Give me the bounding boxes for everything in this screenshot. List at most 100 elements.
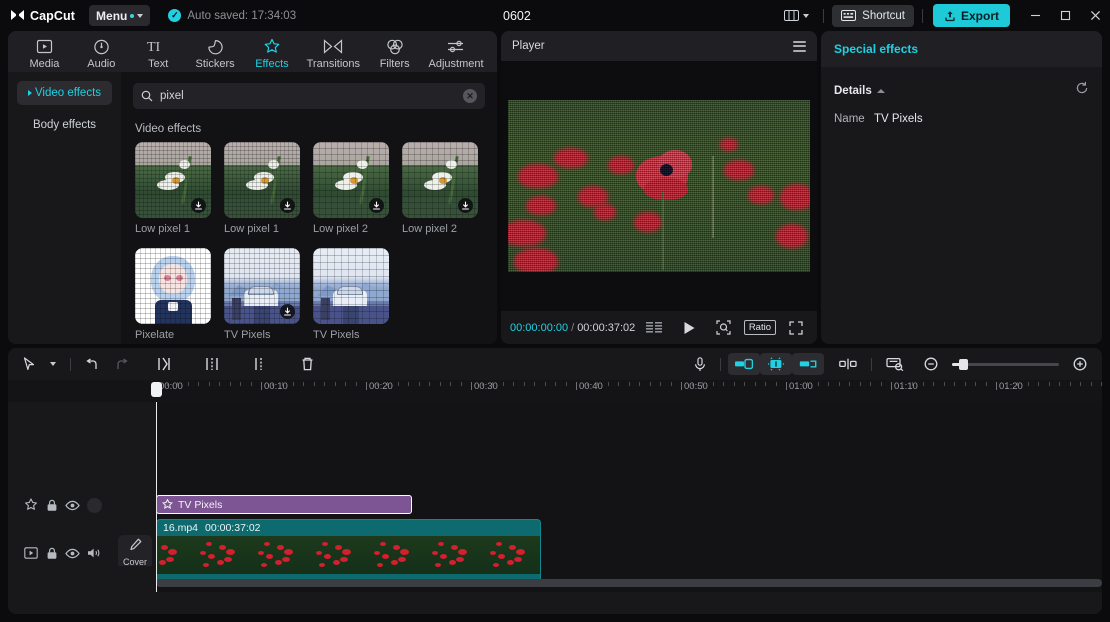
zoom-slider-handle[interactable] [959, 358, 968, 370]
timeline-ruler[interactable]: 00:00 00:10 00:20 00:30 00:40 00:50 01:00 01:10… [8, 380, 1102, 402]
current-time[interactable]: 00:00:00:00 [510, 322, 568, 334]
zoom-slider[interactable] [952, 358, 1059, 370]
effect-label: TV Pixels [224, 329, 271, 341]
details-section-header[interactable]: Details [821, 67, 1102, 100]
lock-icon[interactable] [41, 495, 62, 516]
ruler-tick-minor [219, 382, 220, 386]
effect-thumbnail[interactable] [135, 248, 211, 324]
download-icon[interactable] [280, 304, 295, 319]
download-icon[interactable] [369, 198, 384, 213]
menu-button[interactable]: Menu [89, 5, 151, 26]
clear-icon[interactable]: ✕ [463, 89, 477, 103]
redo-button[interactable] [107, 353, 136, 375]
effect-cell[interactable]: Pixelate [135, 248, 211, 341]
effects-icon[interactable] [20, 495, 41, 516]
undo-button[interactable] [78, 353, 107, 375]
autosave-status: ✓ Auto saved: 17:34:03 [168, 9, 296, 22]
tab-filters[interactable]: Filters [366, 35, 423, 70]
tab-adjustment[interactable]: Adjustment [423, 35, 489, 70]
play-button[interactable] [678, 317, 701, 339]
divider [70, 357, 71, 371]
freeze-tool[interactable] [760, 353, 792, 375]
effect-thumbnail[interactable] [135, 142, 211, 218]
ruler-tick-minor [670, 382, 672, 386]
blank-circle[interactable] [87, 497, 102, 513]
layout-button[interactable] [778, 5, 815, 27]
magnify-icon[interactable] [711, 317, 736, 339]
search-input[interactable]: pixel [160, 90, 456, 102]
sidebar-item-video-effects[interactable]: Video effects [17, 81, 112, 105]
tool-dropdown[interactable] [43, 353, 63, 375]
effects-icon [162, 499, 173, 510]
split-button[interactable] [150, 353, 178, 375]
cover-button[interactable]: Cover [118, 535, 152, 569]
effect-cell[interactable]: Low pixel 2 [402, 142, 478, 235]
reset-icon[interactable] [1075, 81, 1089, 100]
video-icon[interactable] [20, 543, 41, 564]
ratio-button[interactable]: Ratio [743, 320, 776, 335]
filmstrip-frame [389, 536, 418, 574]
ruler-tick-minor [754, 382, 756, 386]
download-icon[interactable] [280, 198, 295, 213]
tab-stickers[interactable]: Stickers [187, 35, 244, 70]
ruler-tick-minor [450, 382, 451, 386]
download-icon[interactable] [191, 198, 206, 213]
eye-icon[interactable] [62, 495, 83, 516]
player-stage[interactable] [501, 61, 817, 311]
preview-tool[interactable] [879, 353, 911, 375]
split-clip-tool[interactable] [832, 353, 864, 375]
tab-effects[interactable]: Effects [244, 35, 301, 70]
zoom-in[interactable] [1066, 353, 1094, 375]
delete-button[interactable] [294, 353, 321, 375]
download-icon[interactable] [458, 198, 473, 213]
minimize-button[interactable] [1020, 0, 1050, 31]
shortcut-button[interactable]: Shortcut [832, 4, 914, 27]
ruler-tick-minor [765, 382, 766, 386]
maximize-button[interactable] [1050, 0, 1080, 31]
export-button[interactable]: Export [932, 4, 1010, 27]
hamburger-icon[interactable] [793, 40, 806, 52]
effect-thumbnail[interactable] [224, 142, 300, 218]
effect-cell[interactable]: Low pixel 1 [135, 142, 211, 235]
close-button[interactable] [1080, 0, 1110, 31]
effect-cell[interactable]: TV Pixels [224, 248, 300, 341]
effect-thumbnail[interactable] [313, 142, 389, 218]
effect-thumbnail[interactable] [402, 142, 478, 218]
playhead[interactable] [151, 382, 162, 592]
eye-icon[interactable] [62, 543, 83, 564]
ruler-tick-minor [597, 382, 598, 386]
record-voiceover[interactable] [687, 353, 713, 375]
tab-text[interactable]: TI Text [130, 35, 187, 70]
search-bar[interactable]: pixel ✕ [133, 83, 485, 109]
frames-icon[interactable] [641, 317, 668, 339]
lock-icon[interactable] [41, 543, 62, 564]
ruler-tick-minor [870, 382, 871, 386]
select-tool[interactable] [16, 353, 43, 375]
ruler-tick-minor [744, 382, 745, 386]
mirror-tool[interactable] [728, 353, 760, 375]
timeline-scrollbar-track[interactable] [156, 579, 1102, 587]
crop-tool[interactable] [792, 353, 824, 375]
trim-start[interactable] [198, 353, 226, 375]
effect-cell[interactable]: Low pixel 1 [224, 142, 300, 235]
playhead-handle[interactable] [151, 382, 162, 397]
ruler-tick-minor [975, 382, 976, 386]
zoom-out[interactable] [917, 353, 945, 375]
effect-thumbnail[interactable] [224, 248, 300, 324]
trim-end[interactable] [246, 353, 274, 375]
fullscreen-icon[interactable] [784, 317, 808, 339]
tab-transitions[interactable]: Transitions [300, 35, 366, 70]
timeline-scrollbar-thumb[interactable] [156, 579, 1102, 587]
clip-video-16mp4[interactable]: 16.mp4 00:00:37:02 [156, 519, 541, 584]
clip-effect-tv-pixels[interactable]: TV Pixels [156, 495, 412, 514]
volume-icon[interactable] [83, 543, 104, 564]
effect-thumbnail[interactable] [313, 248, 389, 324]
effect-cell[interactable]: TV Pixels [313, 248, 389, 341]
tab-audio[interactable]: Audio [73, 35, 130, 70]
sidebar-item-body-effects[interactable]: Body effects [17, 113, 112, 137]
timeline-lanes[interactable]: TV Pixels 16.mp4 00:00:37:02 [151, 382, 1102, 592]
filmstrip-frame [331, 536, 360, 574]
tab-media[interactable]: Media [16, 35, 73, 70]
effect-cell[interactable]: Low pixel 2 [313, 142, 389, 235]
ruler-tick-minor [187, 382, 189, 386]
